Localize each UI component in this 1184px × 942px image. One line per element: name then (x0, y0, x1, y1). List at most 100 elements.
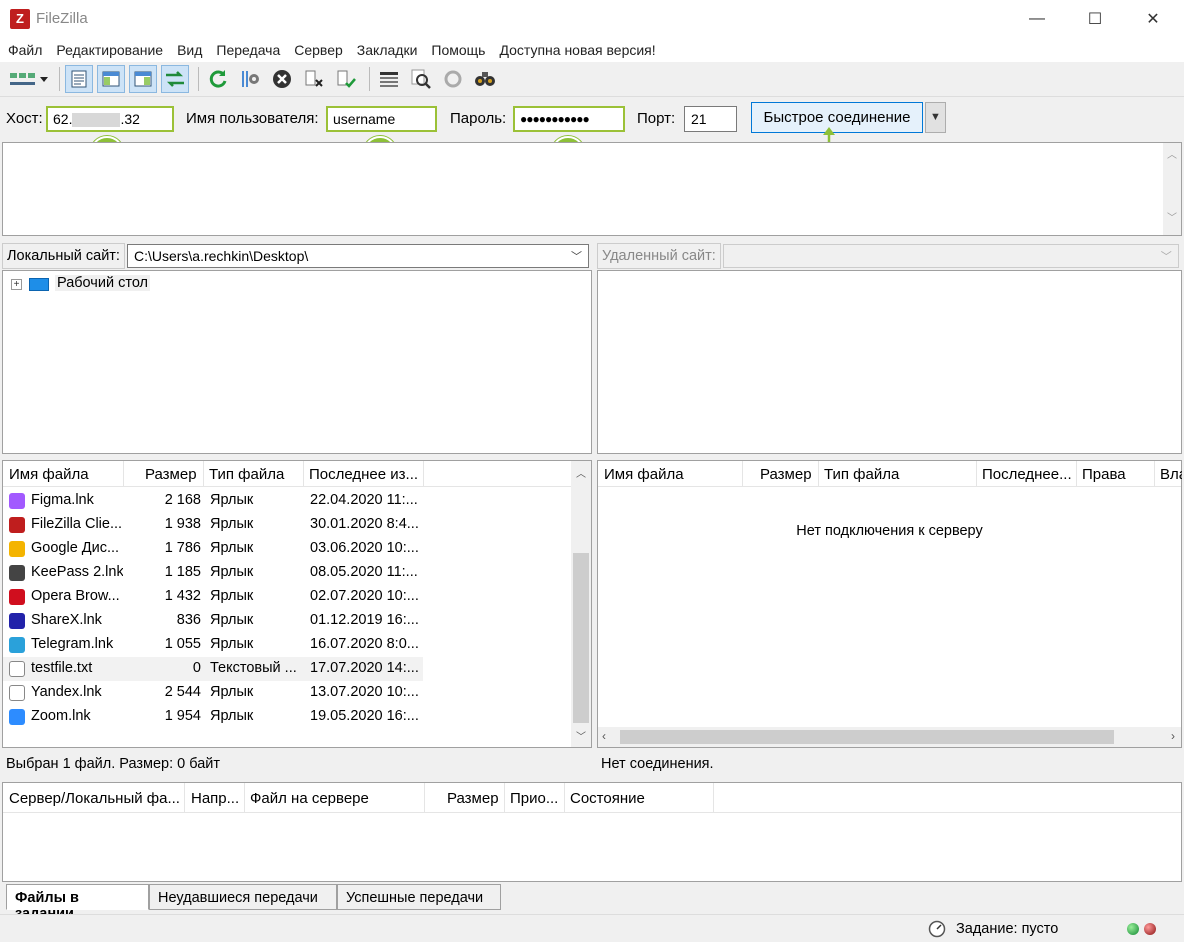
scroll-down-icon[interactable]: ﹀ (571, 728, 591, 743)
menu-server[interactable]: Сервер (294, 42, 343, 58)
queue-speed-icon (928, 920, 946, 938)
reconnect-icon[interactable] (332, 65, 360, 93)
cell-modified: 13.07.2020 10:... (310, 684, 419, 700)
minimize-button[interactable]: — (1008, 0, 1066, 38)
site-manager-icon[interactable] (6, 65, 50, 93)
cell-modified: 30.01.2020 8:4... (310, 516, 419, 532)
password-input[interactable]: ●●●●●●●●●●● (513, 106, 625, 132)
cell-size: 836 (176, 612, 201, 628)
process-queue-icon[interactable] (236, 65, 264, 93)
col-modified[interactable]: Последнее из... (309, 466, 421, 483)
refresh-icon[interactable] (204, 65, 232, 93)
scroll-right-icon[interactable]: › (1171, 729, 1175, 743)
remote-tree-toggle-icon[interactable] (129, 65, 157, 93)
table-row[interactable]: KeePass 2.lnk 1 185 Ярлык 08.05.2020 11:... (3, 561, 423, 585)
remote-path-combo[interactable]: ﹀ (722, 244, 1179, 268)
local-list-header: Имя файла Размер Тип файла Последнее из.… (3, 461, 591, 487)
cell-size: 1 954 (164, 708, 201, 724)
scroll-thumb[interactable] (620, 730, 1114, 744)
directory-listing-filters-icon[interactable] (375, 65, 403, 93)
table-row[interactable]: Yandex.lnk 2 544 Ярлык 13.07.2020 10:... (3, 681, 423, 705)
remote-tree[interactable] (597, 270, 1182, 454)
scroll-up-icon[interactable]: ︿ (1163, 146, 1181, 161)
col-filename[interactable]: Имя файла (9, 466, 119, 483)
file-icon (9, 493, 25, 509)
col-size[interactable]: Размер (447, 790, 502, 807)
close-button[interactable]: ✕ (1124, 0, 1182, 38)
maximize-button[interactable]: ☐ (1066, 0, 1124, 38)
table-row[interactable]: testfile.txt 0 Текстовый ... 17.07.2020 14:… (3, 657, 423, 681)
scroll-down-icon[interactable]: ﹀ (1163, 209, 1181, 224)
cell-type: Ярлык (210, 684, 254, 700)
synchronized-browsing-icon[interactable] (439, 65, 467, 93)
cell-filename: KeePass 2.lnk (31, 564, 123, 580)
col-priority[interactable]: Прио... (510, 790, 562, 807)
menu-file[interactable]: Файл (8, 42, 42, 58)
message-log-toggle-icon[interactable] (65, 65, 93, 93)
col-size[interactable]: Размер (145, 466, 201, 483)
menu-help[interactable]: Помощь (431, 42, 485, 58)
username-input[interactable]: username (326, 106, 437, 132)
cell-type: Ярлык (210, 540, 254, 556)
col-size[interactable]: Размер (760, 466, 816, 483)
menu-view[interactable]: Вид (177, 42, 202, 58)
local-status: Выбран 1 файл. Размер: 0 байт (2, 750, 592, 776)
transfer-queue-toggle-icon[interactable] (161, 65, 189, 93)
search-remote-files-icon[interactable] (471, 65, 499, 93)
table-row[interactable]: Zoom.lnk 1 954 Ярлык 19.05.2020 16:... (3, 705, 423, 729)
file-icon (9, 613, 25, 629)
host-input[interactable]: 62. .32 (46, 106, 174, 132)
tab-successful-transfers[interactable]: Успешные передачи (337, 884, 501, 910)
tree-item-desktop[interactable]: Рабочий стол (55, 275, 151, 291)
chevron-down-icon[interactable]: ﹀ (1161, 248, 1172, 264)
cancel-operation-icon[interactable] (268, 65, 296, 93)
table-row[interactable]: Figma.lnk 2 168 Ярлык 22.04.2020 11:... (3, 489, 423, 513)
menu-transfer[interactable]: Передача (216, 42, 280, 58)
col-modified[interactable]: Последнее... (982, 466, 1074, 483)
filezilla-logo-icon: Z (10, 9, 30, 29)
password-label: Пароль: (450, 110, 507, 127)
remote-hscrollbar[interactable]: ‹ › (598, 727, 1181, 747)
col-direction[interactable]: Напр... (191, 790, 241, 807)
menu-bookmarks[interactable]: Закладки (357, 42, 418, 58)
scroll-left-icon[interactable]: ‹ (602, 729, 606, 743)
directory-comparison-icon[interactable] (407, 65, 435, 93)
local-list-scrollbar[interactable]: ︿ ﹀ (571, 461, 591, 747)
message-log-scrollbar[interactable]: ︿ ﹀ (1163, 143, 1181, 235)
port-input[interactable]: 21 (684, 106, 737, 132)
menu-edit[interactable]: Редактирование (56, 42, 163, 58)
message-log[interactable]: ︿ ﹀ (2, 142, 1182, 236)
quickconnect-dropdown-icon[interactable]: ▼ (925, 102, 946, 133)
expand-icon[interactable]: + (11, 279, 22, 290)
table-row[interactable]: Opera Brow... 1 432 Ярлык 02.07.2020 10:... (3, 585, 423, 609)
cell-modified: 01.12.2019 16:... (310, 612, 419, 628)
table-row[interactable]: Telegram.lnk 1 055 Ярлык 16.07.2020 8:0... (3, 633, 423, 657)
table-row[interactable]: ShareX.lnk 836 Ярлык 01.12.2019 16:... (3, 609, 423, 633)
local-file-list[interactable]: Имя файла Размер Тип файла Последнее из.… (2, 460, 592, 748)
table-row[interactable]: Google Дис... 1 786 Ярлык 03.06.2020 10:... (3, 537, 423, 561)
tab-failed-transfers[interactable]: Неудавшиеся передачи (149, 884, 337, 910)
local-tree[interactable]: + Рабочий стол (2, 270, 592, 454)
col-type[interactable]: Тип файла (824, 466, 974, 483)
col-owner[interactable]: Вла (1160, 466, 1182, 483)
col-local-file[interactable]: Сервер/Локальный фа... (9, 790, 181, 807)
col-remote-file[interactable]: Файл на сервере (250, 790, 420, 807)
scroll-thumb[interactable] (573, 553, 589, 723)
transfer-queue[interactable]: Сервер/Локальный фа... Напр... Файл на с… (2, 782, 1182, 882)
username-label: Имя пользователя: (186, 110, 319, 127)
cell-type: Текстовый ... (210, 660, 297, 676)
col-permissions[interactable]: Права (1082, 466, 1152, 483)
col-filename[interactable]: Имя файла (604, 466, 738, 483)
local-path-combo[interactable]: C:\Users\a.rechkin\Desktop\ ﹀ (126, 244, 589, 268)
col-status[interactable]: Состояние (570, 790, 710, 807)
remote-file-list[interactable]: Имя файла Размер Тип файла Последнее... … (597, 460, 1182, 748)
table-row[interactable]: FileZilla Clie... 1 938 Ярлык 30.01.2020 8:… (3, 513, 423, 537)
chevron-down-icon[interactable]: ﹀ (571, 248, 582, 264)
local-tree-toggle-icon[interactable] (97, 65, 125, 93)
menu-new-version[interactable]: Доступна новая версия! (499, 42, 655, 58)
col-type[interactable]: Тип файла (209, 466, 303, 483)
scroll-up-icon[interactable]: ︿ (571, 465, 591, 480)
tab-queued-files[interactable]: Файлы в задании (6, 884, 149, 922)
disconnect-icon[interactable] (300, 65, 328, 93)
cell-size: 1 185 (164, 564, 201, 580)
